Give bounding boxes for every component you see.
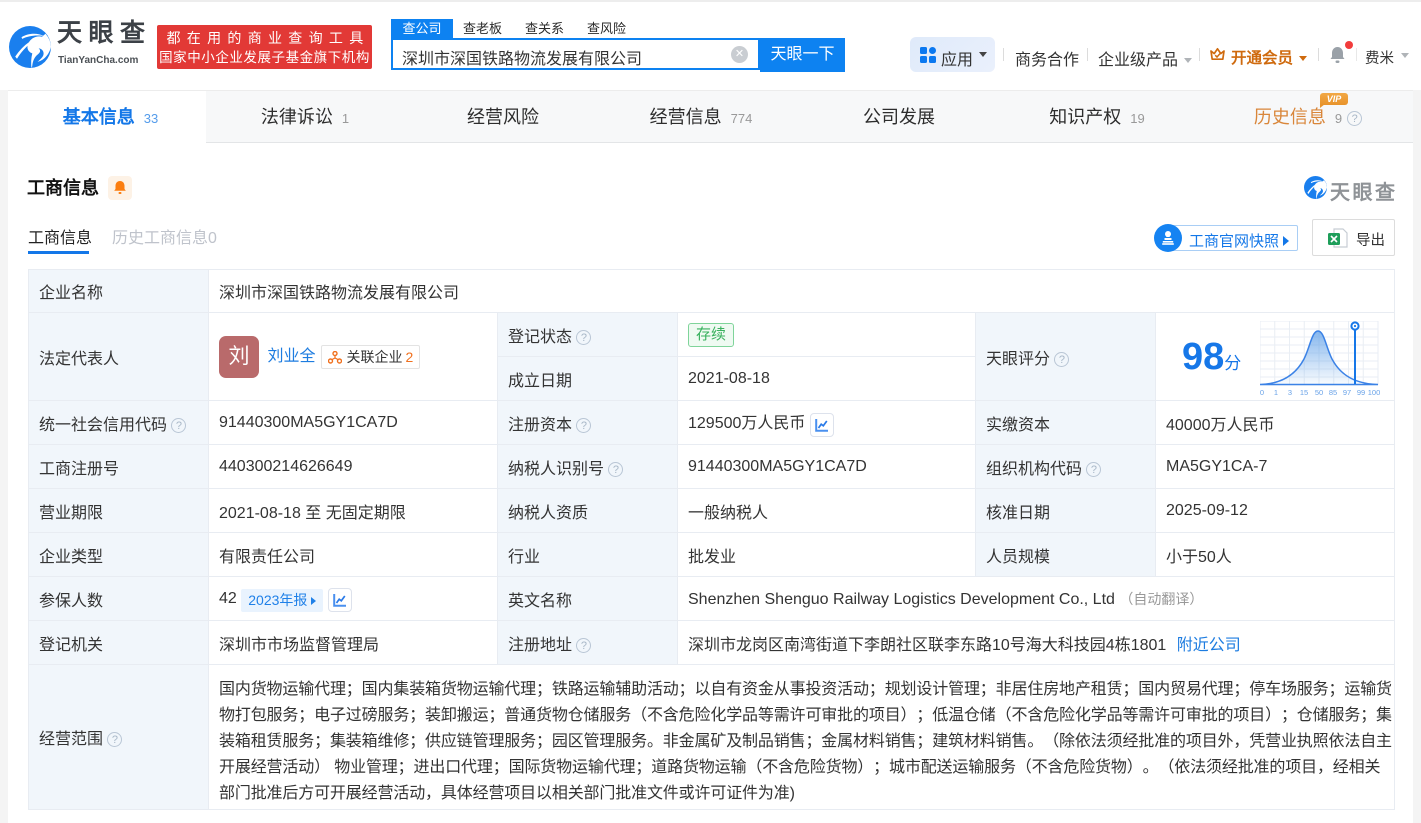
svg-text:100: 100 <box>1368 388 1381 397</box>
svg-text:3: 3 <box>1288 388 1292 397</box>
svg-text:97: 97 <box>1343 388 1351 397</box>
svg-text:0: 0 <box>1260 388 1264 397</box>
svg-text:50: 50 <box>1315 388 1323 397</box>
svg-text:15: 15 <box>1300 388 1308 397</box>
svg-text:85: 85 <box>1329 388 1337 397</box>
svg-text:99: 99 <box>1357 388 1365 397</box>
svg-text:1: 1 <box>1274 388 1278 397</box>
